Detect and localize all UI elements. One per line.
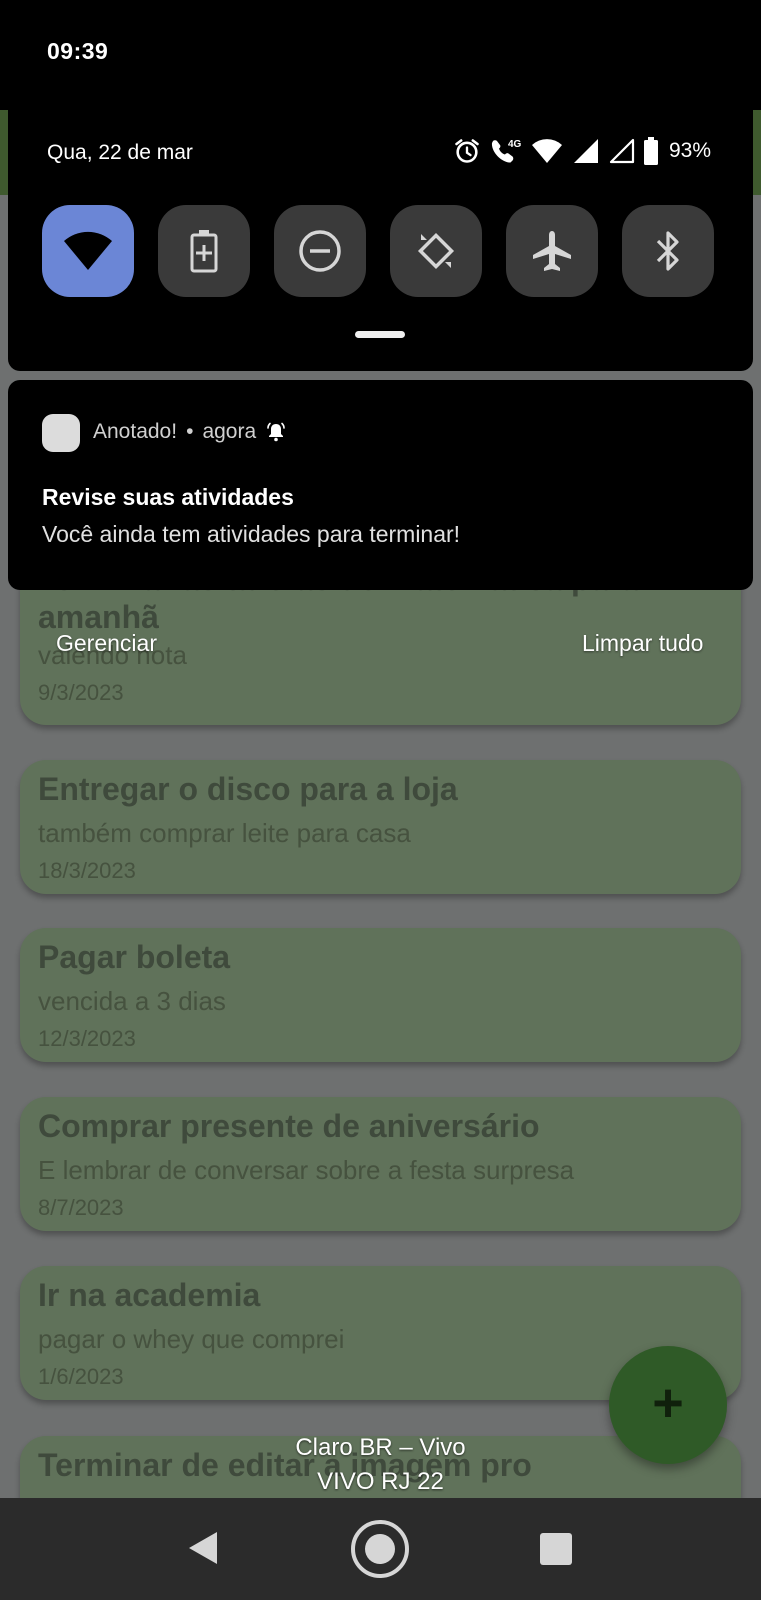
battery-saver-icon: [190, 230, 218, 273]
alarm-icon: [455, 139, 479, 163]
cell-signal-empty-icon: [609, 138, 635, 164]
task-description: vencida a 3 dias: [38, 986, 226, 1016]
task-title: Comprar presente de aniversário: [38, 1108, 540, 1144]
home-button[interactable]: [350, 1519, 410, 1579]
status-bar: 09:39: [0, 0, 761, 110]
clock: 09:39: [47, 38, 109, 64]
status-icons: 4G 93%: [453, 136, 711, 166]
airplane-mode-tile[interactable]: [506, 205, 598, 297]
task-title: Ir na academia: [38, 1277, 261, 1313]
battery-saver-tile[interactable]: [158, 205, 250, 297]
recents-button[interactable]: [540, 1533, 572, 1565]
notification-card[interactable]: Anotado! • agora Revise suas atividades …: [8, 380, 753, 590]
notification-time: agora: [202, 420, 257, 443]
notification-body: Você ainda tem atividades para terminar!: [42, 521, 461, 547]
carrier-label: Claro BR – Vivo: [295, 1434, 466, 1461]
quick-settings-panel: Qua, 22 de mar 4G 93%: [8, 110, 753, 371]
task-date: 18/3/2023: [38, 858, 136, 883]
task-description: E lembrar de conversar sobre a festa sur…: [38, 1155, 575, 1185]
task-title: Pagar boleta: [38, 939, 231, 975]
wifi-icon: [64, 231, 112, 270]
plus-icon: +: [652, 1373, 684, 1433]
notification-header: Anotado! • agora: [93, 420, 287, 444]
notification-title: Revise suas atividades: [42, 484, 294, 510]
wifi-tile[interactable]: [42, 205, 134, 297]
task-description: pagar o whey que comprei: [38, 1324, 345, 1354]
clear-all-button[interactable]: Limpar tudo: [582, 630, 703, 657]
do-not-disturb-tile[interactable]: [274, 205, 366, 297]
manage-notifications-button[interactable]: Gerenciar: [56, 630, 157, 657]
do-not-disturb-icon: [299, 230, 341, 272]
notification-app-name: Anotado!: [93, 420, 178, 443]
task-title: Entregar o disco para a loja: [38, 771, 458, 807]
wifi-signal-icon: [531, 139, 562, 163]
header-separator: •: [186, 420, 194, 443]
task-card[interactable]: Comprar presente de aniversário E lembra…: [20, 1097, 741, 1231]
navigation-bar: [0, 1498, 761, 1600]
date-label[interactable]: Qua, 22 de mar: [47, 141, 193, 165]
task-description: também comprar leite para casa: [38, 818, 411, 848]
task-card[interactable]: Entregar o disco para a loja também comp…: [20, 760, 741, 894]
expand-handle[interactable]: [355, 331, 405, 338]
battery-percentage: 93%: [668, 139, 711, 162]
quick-settings-tiles: [42, 205, 714, 297]
app-icon: [42, 414, 80, 452]
network-type-label: 4G: [508, 139, 522, 150]
carrier-label-secondary: VIVO RJ 22: [317, 1468, 444, 1495]
back-button[interactable]: [187, 1530, 219, 1566]
cell-signal-full-icon: [573, 139, 598, 163]
volte-call-icon: 4G: [491, 139, 522, 163]
task-date: 9/3/2023: [38, 680, 124, 705]
battery-icon: [643, 137, 658, 165]
bluetooth-icon: [656, 231, 679, 271]
airplane-icon: [533, 231, 571, 271]
bluetooth-tile[interactable]: [622, 205, 714, 297]
auto-rotate-tile[interactable]: [390, 205, 482, 297]
auto-rotate-icon: [417, 232, 455, 270]
task-card[interactable]: Pagar boleta vencida a 3 dias 12/3/2023: [20, 928, 741, 1062]
alert-bell-icon: [267, 422, 285, 442]
task-date: 8/7/2023: [38, 1195, 124, 1220]
task-date: 12/3/2023: [38, 1026, 136, 1051]
